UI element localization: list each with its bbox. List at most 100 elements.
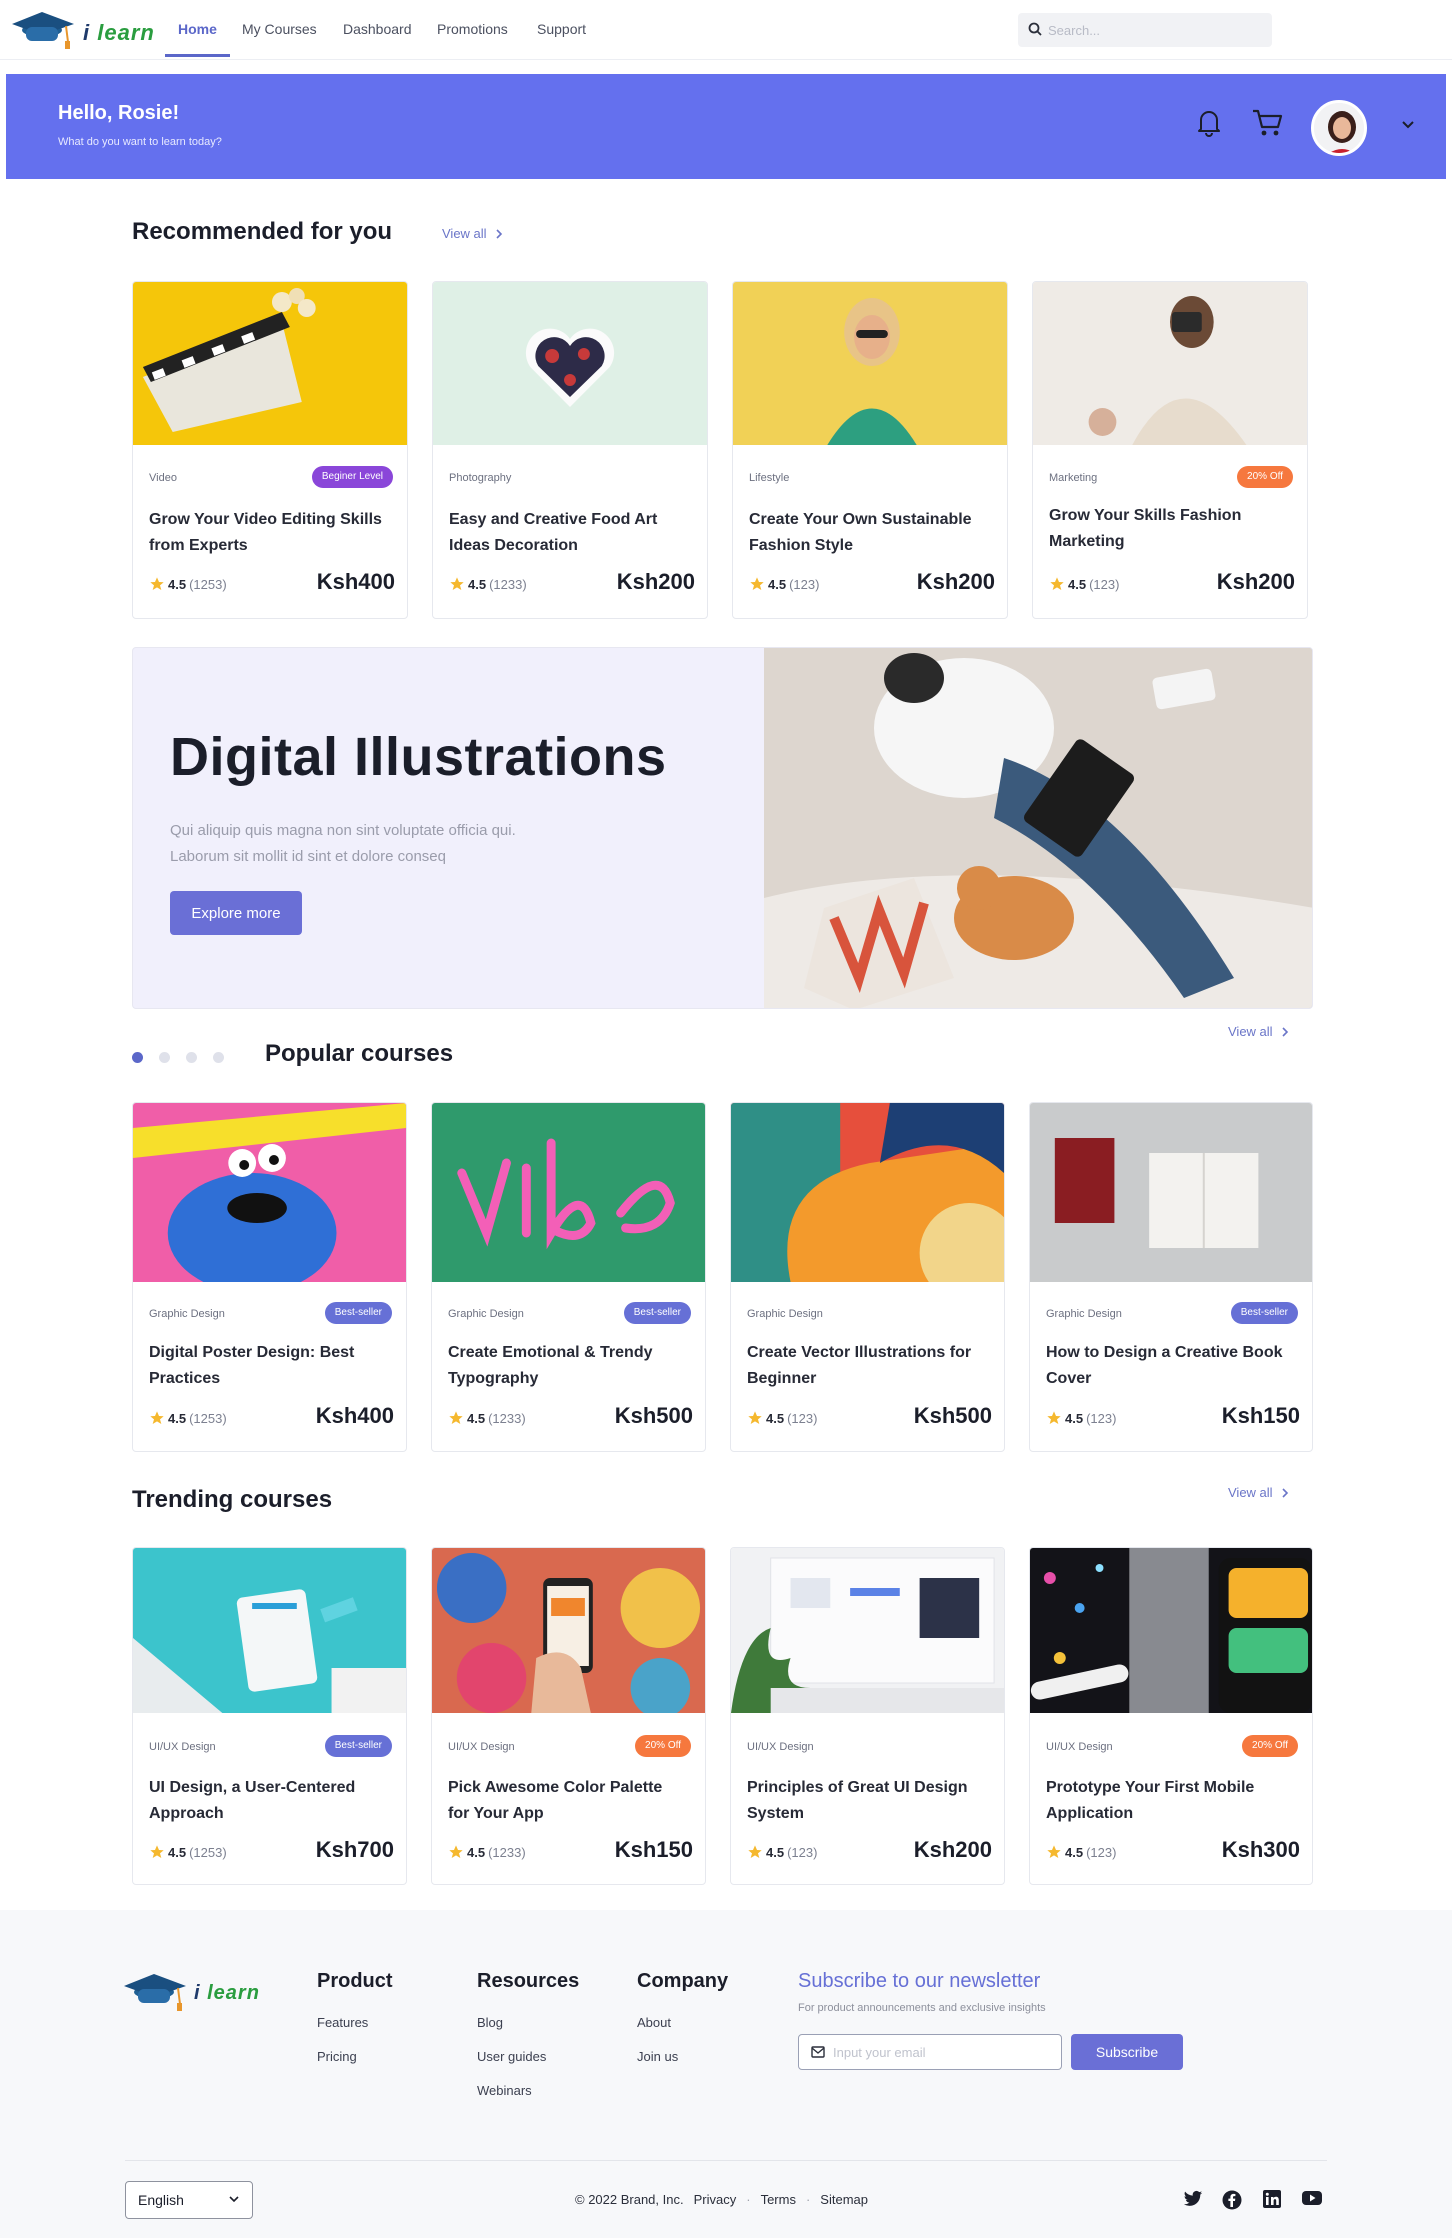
star-icon xyxy=(150,1845,164,1858)
view-all-popular[interactable]: View all xyxy=(1228,1024,1289,1039)
nav-support[interactable]: Support xyxy=(537,21,586,37)
course-card[interactable]: Photography Easy and Creative Food Art I… xyxy=(432,281,708,619)
course-title[interactable]: Pick Awesome Color Palette for Your App xyxy=(448,1775,688,1827)
bell-icon[interactable] xyxy=(1192,105,1226,139)
rating-value: 4.5 xyxy=(768,576,787,592)
terms-link[interactable]: Terms xyxy=(761,2192,796,2207)
course-badge: 20% Off xyxy=(1237,466,1293,488)
search-input[interactable] xyxy=(1048,13,1258,47)
cart-icon[interactable] xyxy=(1250,105,1286,139)
view-all-recommended[interactable]: View all xyxy=(442,226,503,241)
top-navigation: i learn Home My Courses Dashboard Promot… xyxy=(0,0,1452,60)
nav-dashboard[interactable]: Dashboard xyxy=(343,21,412,37)
rating-value: 4.5 xyxy=(766,1410,785,1426)
star-icon xyxy=(450,577,464,590)
course-card[interactable]: UI/UX Design 20% Off Pick Awesome Color … xyxy=(431,1547,706,1885)
course-thumbnail xyxy=(133,1103,406,1282)
course-card[interactable]: UI/UX Design Principles of Great UI Desi… xyxy=(730,1547,1005,1885)
brand-logo[interactable]: i learn xyxy=(10,8,160,56)
sitemap-link[interactable]: Sitemap xyxy=(820,2192,868,2207)
course-category: UI/UX Design xyxy=(149,1741,216,1753)
course-thumbnail xyxy=(133,282,407,445)
linkedin-icon[interactable] xyxy=(1263,2190,1281,2208)
footer-link-blog[interactable]: Blog xyxy=(477,2015,503,2030)
carousel-dot[interactable] xyxy=(132,1052,143,1063)
course-title[interactable]: UI Design, a User-Centered Approach xyxy=(149,1775,389,1827)
course-thumbnail xyxy=(432,1548,705,1713)
view-all-trending[interactable]: View all xyxy=(1228,1485,1289,1500)
explore-more-button[interactable]: Explore more xyxy=(170,891,302,935)
newsletter-email-field[interactable] xyxy=(798,2034,1062,2070)
course-title[interactable]: Digital Poster Design: Best Practices xyxy=(149,1340,389,1392)
nav-my-courses[interactable]: My Courses xyxy=(242,21,317,37)
graduation-cap-icon xyxy=(12,12,74,49)
carousel-dot[interactable] xyxy=(159,1052,170,1063)
course-card[interactable]: Video Beginer Level Grow Your Video Edit… xyxy=(132,281,408,619)
course-card[interactable]: Graphic Design Best-seller Create Emotio… xyxy=(431,1102,706,1452)
nav-promotions[interactable]: Promotions xyxy=(437,21,508,37)
course-price: Ksh150 xyxy=(614,1837,693,1862)
course-title[interactable]: How to Design a Creative Book Cover xyxy=(1046,1340,1286,1392)
facebook-icon[interactable] xyxy=(1222,2190,1242,2210)
search-box[interactable] xyxy=(1018,13,1272,47)
mobile-app-screens-image xyxy=(1030,1548,1312,1713)
design-system-monitor-image xyxy=(731,1548,1004,1713)
twitter-icon[interactable] xyxy=(1183,2190,1203,2208)
course-card[interactable]: UI/UX Design 20% Off Prototype Your Firs… xyxy=(1029,1547,1313,1885)
star-icon xyxy=(1050,577,1064,590)
course-card[interactable]: Graphic Design Best-seller Digital Poste… xyxy=(132,1102,407,1452)
user-avatar[interactable] xyxy=(1311,100,1367,156)
youtube-icon[interactable] xyxy=(1302,2190,1322,2206)
featured-description-line: Laborum sit mollit id sint et dolore con… xyxy=(170,848,446,865)
course-card[interactable]: Graphic Design Best-seller How to Design… xyxy=(1029,1102,1313,1452)
course-thumbnail xyxy=(731,1103,1004,1282)
chevron-down-icon[interactable] xyxy=(1401,120,1415,130)
course-rating: 4.5 (1233) xyxy=(449,576,527,592)
chevron-right-icon xyxy=(1281,1487,1288,1498)
course-title[interactable]: Easy and Creative Food Art Ideas Decorat… xyxy=(449,507,689,559)
course-title[interactable]: Prototype Your First Mobile Application xyxy=(1046,1775,1286,1827)
course-title[interactable]: Grow Your Skills Fashion Marketing xyxy=(1049,503,1289,555)
course-badge: 20% Off xyxy=(635,1735,691,1757)
rating-value: 4.5 xyxy=(168,1844,187,1860)
footer: i learn Product Features Pricing Resourc… xyxy=(0,1910,1452,2238)
course-rating: 4.5 (1253) xyxy=(149,576,227,592)
rating-value: 4.5 xyxy=(467,1410,486,1426)
privacy-link[interactable]: Privacy xyxy=(694,2192,737,2207)
course-card[interactable]: Marketing 20% Off Grow Your Skills Fashi… xyxy=(1032,281,1308,619)
footer-link-webinars[interactable]: Webinars xyxy=(477,2083,532,2098)
course-card[interactable]: Lifestyle Create Your Own Sustainable Fa… xyxy=(732,281,1008,619)
footer-link-features[interactable]: Features xyxy=(317,2015,368,2030)
course-title[interactable]: Create Your Own Sustainable Fashion Styl… xyxy=(749,507,989,559)
course-category: Graphic Design xyxy=(149,1308,225,1320)
course-price: Ksh200 xyxy=(913,1837,992,1862)
course-badge: Best-seller xyxy=(623,1302,691,1324)
footer-link-pricing[interactable]: Pricing xyxy=(317,2049,357,2064)
carousel-dot[interactable] xyxy=(186,1052,197,1063)
nav-home[interactable]: Home xyxy=(178,21,217,37)
subscribe-button[interactable]: Subscribe xyxy=(1071,2034,1183,2070)
newsletter-email-input[interactable] xyxy=(833,2035,1053,2069)
course-price: Ksh200 xyxy=(616,569,695,594)
footer-link-join-us[interactable]: Join us xyxy=(637,2049,678,2064)
rating-value: 4.5 xyxy=(168,1410,187,1426)
course-rating: 4.5 (123) xyxy=(747,1410,817,1426)
course-title[interactable]: Create Vector Illustrations for Beginner xyxy=(747,1340,987,1392)
rating-count: (123) xyxy=(1086,1410,1117,1426)
language-select[interactable]: English xyxy=(125,2181,253,2219)
footer-logo[interactable]: i learn xyxy=(122,1970,272,2018)
course-title[interactable]: Principles of Great UI Design System xyxy=(747,1775,987,1827)
footer-link-user-guides[interactable]: User guides xyxy=(477,2049,546,2064)
footer-link-about[interactable]: About xyxy=(637,2015,671,2030)
course-thumbnail xyxy=(432,1103,705,1282)
course-title[interactable]: Grow Your Video Editing Skills from Expe… xyxy=(149,507,389,559)
course-card[interactable]: UI/UX Design Best-seller UI Design, a Us… xyxy=(132,1547,407,1885)
star-icon xyxy=(1047,1845,1061,1858)
course-price: Ksh150 xyxy=(1221,1403,1300,1428)
course-card[interactable]: Graphic Design Create Vector Illustratio… xyxy=(730,1102,1005,1452)
search-icon xyxy=(1028,22,1042,36)
course-title[interactable]: Create Emotional & Trendy Typography xyxy=(448,1340,688,1392)
rating-value: 4.5 xyxy=(1065,1844,1084,1860)
carousel-dot[interactable] xyxy=(213,1052,224,1063)
course-rating: 4.5 (1253) xyxy=(149,1844,227,1860)
